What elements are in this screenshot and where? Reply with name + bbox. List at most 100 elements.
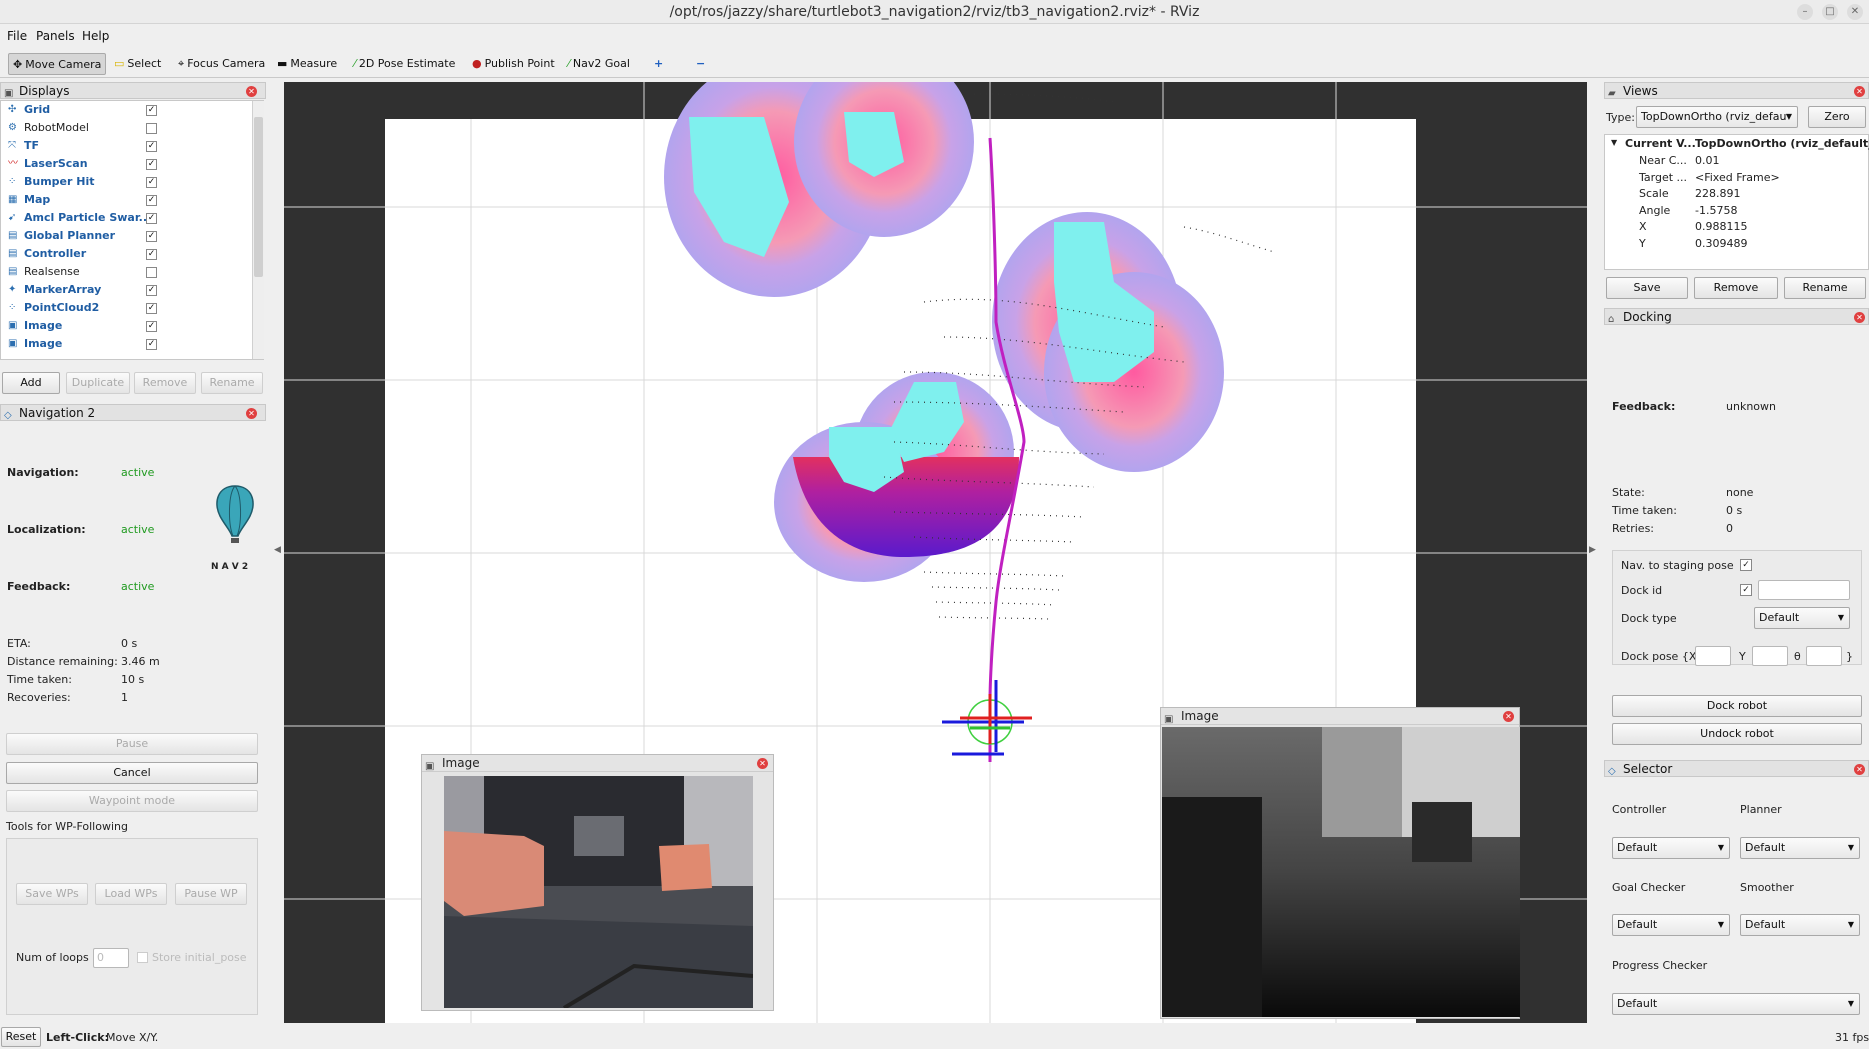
display-item[interactable]: ▦ Map ✓	[1, 191, 251, 209]
view-prop-value[interactable]: 0.988115	[1695, 220, 1748, 233]
display-item[interactable]: ✣ Grid ✓	[1, 101, 251, 119]
load-wps-button[interactable]: Load WPs	[95, 883, 167, 905]
display-enable-checkbox[interactable]: ✓	[146, 159, 157, 170]
add-display-button[interactable]: Add	[2, 372, 60, 394]
display-enable-checkbox[interactable]	[146, 123, 157, 134]
display-enable-checkbox[interactable]: ✓	[146, 321, 157, 332]
goal-checker-combo[interactable]: Default ▼	[1612, 914, 1730, 936]
undock-robot-button[interactable]: Undock robot	[1612, 723, 1862, 745]
display-item[interactable]: ▣ Image ✓	[1, 317, 251, 335]
display-enable-checkbox[interactable]	[146, 267, 157, 278]
num-loops-input[interactable]: 0	[93, 948, 129, 968]
remove-display-button[interactable]: Remove	[134, 372, 196, 394]
display-item[interactable]: ➹ Amcl Particle Swar... ✓	[1, 209, 251, 227]
zero-button[interactable]: Zero	[1808, 106, 1866, 128]
measure-tool[interactable]: ▬ Measure	[273, 53, 341, 75]
maximize-icon[interactable]: □	[1822, 4, 1838, 20]
displays-scrollbar[interactable]	[252, 101, 264, 359]
dock-pose-x-input[interactable]	[1695, 646, 1731, 666]
smoother-combo[interactable]: Default ▼	[1740, 914, 1860, 936]
display-item[interactable]: ▣ Image ✓	[1, 335, 251, 353]
rename-display-button[interactable]: Rename	[201, 372, 263, 394]
add-tool-button[interactable]: +	[650, 53, 667, 75]
focus-camera-tool[interactable]: ⌖ Focus Camera	[174, 53, 269, 75]
display-enable-checkbox[interactable]: ✓	[146, 141, 157, 152]
publish-point-tool[interactable]: ● Publish Point	[468, 53, 559, 75]
dock-id-checkbox[interactable]: ✓	[1740, 584, 1752, 596]
waypoint-mode-button[interactable]: Waypoint mode	[6, 790, 258, 812]
close-icon[interactable]: ✕	[1854, 764, 1865, 775]
dock-id-input[interactable]	[1758, 580, 1850, 600]
close-icon[interactable]: ✕	[246, 408, 257, 419]
display-item[interactable]: ▤ Realsense	[1, 263, 251, 281]
menu-help[interactable]: Help	[82, 29, 109, 43]
progress-checker-combo[interactable]: Default ▼	[1612, 993, 1860, 1015]
dock-robot-button[interactable]: Dock robot	[1612, 695, 1862, 717]
close-icon[interactable]: ✕	[246, 86, 257, 97]
dock-pose-y-input[interactable]	[1752, 646, 1788, 666]
display-enable-checkbox[interactable]: ✓	[146, 195, 157, 206]
collapse-right-icon[interactable]: ▶	[1589, 545, 1596, 555]
dock-type-combo[interactable]: Default ▼	[1754, 607, 1850, 629]
display-enable-checkbox[interactable]: ✓	[146, 105, 157, 116]
controller-combo[interactable]: Default ▼	[1612, 837, 1730, 859]
cancel-button[interactable]: Cancel	[6, 762, 258, 784]
expand-arrow-icon[interactable]: ▼	[1611, 138, 1617, 147]
view-prop-value[interactable]: 0.309489	[1695, 237, 1748, 250]
staging-pose-checkbox[interactable]: ✓	[1740, 559, 1752, 571]
remove-tool-button[interactable]: −	[692, 53, 709, 75]
collapse-left-icon[interactable]: ◀	[274, 545, 281, 555]
pause-button[interactable]: Pause	[6, 733, 258, 755]
display-enable-checkbox[interactable]: ✓	[146, 177, 157, 188]
display-item[interactable]: ⁘ PointCloud2 ✓	[1, 299, 251, 317]
select-tool[interactable]: ▭ Select	[110, 53, 165, 75]
save-wps-button[interactable]: Save WPs	[16, 883, 88, 905]
display-enable-checkbox[interactable]: ✓	[146, 231, 157, 242]
depth-image-window[interactable]: ▣ Image ✕	[1160, 707, 1520, 1019]
display-enable-checkbox[interactable]: ✓	[146, 249, 157, 260]
close-icon[interactable]: ✕	[757, 758, 768, 769]
close-icon[interactable]: ✕	[1854, 86, 1865, 97]
view-prop-value[interactable]: 228.891	[1695, 187, 1741, 200]
duplicate-display-button[interactable]: Duplicate	[66, 372, 130, 394]
planner-combo[interactable]: Default ▼	[1740, 837, 1860, 859]
reset-button[interactable]: Reset	[1, 1027, 41, 1047]
display-enable-checkbox[interactable]: ✓	[146, 303, 157, 314]
nav2-panel: ◇ Navigation 2 ✕	[0, 404, 266, 421]
move-camera-tool[interactable]: ✥ Move Camera	[8, 53, 107, 75]
nav2-title: Navigation 2	[19, 406, 96, 420]
remove-view-button[interactable]: Remove	[1694, 277, 1778, 299]
pause-wp-button[interactable]: Pause WP	[175, 883, 247, 905]
display-item[interactable]: ⤧ TF ✓	[1, 137, 251, 155]
scrollbar-thumb[interactable]	[254, 117, 263, 277]
render-viewport[interactable]: ▣ Image ✕ ▣ Image ✕	[284, 82, 1587, 1023]
view-type-combo[interactable]: TopDownOrtho (rviz_defau ▼	[1636, 106, 1798, 128]
rgb-image-window[interactable]: ▣ Image ✕	[421, 754, 774, 1011]
store-initial-pose-checkbox[interactable]	[137, 952, 148, 963]
pose-estimate-tool[interactable]: ⁄ 2D Pose Estimate	[350, 53, 459, 75]
view-prop-value[interactable]: 0.01	[1695, 154, 1720, 167]
display-item[interactable]: ✦ MarkerArray ✓	[1, 281, 251, 299]
view-prop-value[interactable]: -1.5758	[1695, 204, 1737, 217]
display-item[interactable]: ▤ Global Planner ✓	[1, 227, 251, 245]
menu-panels[interactable]: Panels	[36, 29, 75, 43]
display-item[interactable]: ▤ Controller ✓	[1, 245, 251, 263]
close-window-icon[interactable]: ✕	[1847, 4, 1863, 20]
minimize-icon[interactable]: –	[1797, 4, 1813, 20]
display-enable-checkbox[interactable]: ✓	[146, 285, 157, 296]
controller-value: Default	[1617, 841, 1658, 854]
rename-view-button[interactable]: Rename	[1784, 277, 1866, 299]
display-item[interactable]: 〰 LaserScan ✓	[1, 155, 251, 173]
menu-file[interactable]: File	[7, 29, 27, 43]
view-prop-value[interactable]: <Fixed Frame>	[1695, 171, 1780, 184]
dock-pose-theta-input[interactable]	[1806, 646, 1842, 666]
display-enable-checkbox[interactable]: ✓	[146, 339, 157, 350]
nav2-goal-tool[interactable]: ⁄ Nav2 Goal	[564, 53, 634, 75]
close-icon[interactable]: ✕	[1854, 312, 1865, 323]
display-item[interactable]: ⚙ RobotModel	[1, 119, 251, 137]
close-icon[interactable]: ✕	[1503, 711, 1514, 722]
display-enable-checkbox[interactable]: ✓	[146, 213, 157, 224]
display-item-label: LaserScan	[24, 157, 88, 170]
display-item[interactable]: ⁘ Bumper Hit ✓	[1, 173, 251, 191]
save-view-button[interactable]: Save	[1606, 277, 1688, 299]
